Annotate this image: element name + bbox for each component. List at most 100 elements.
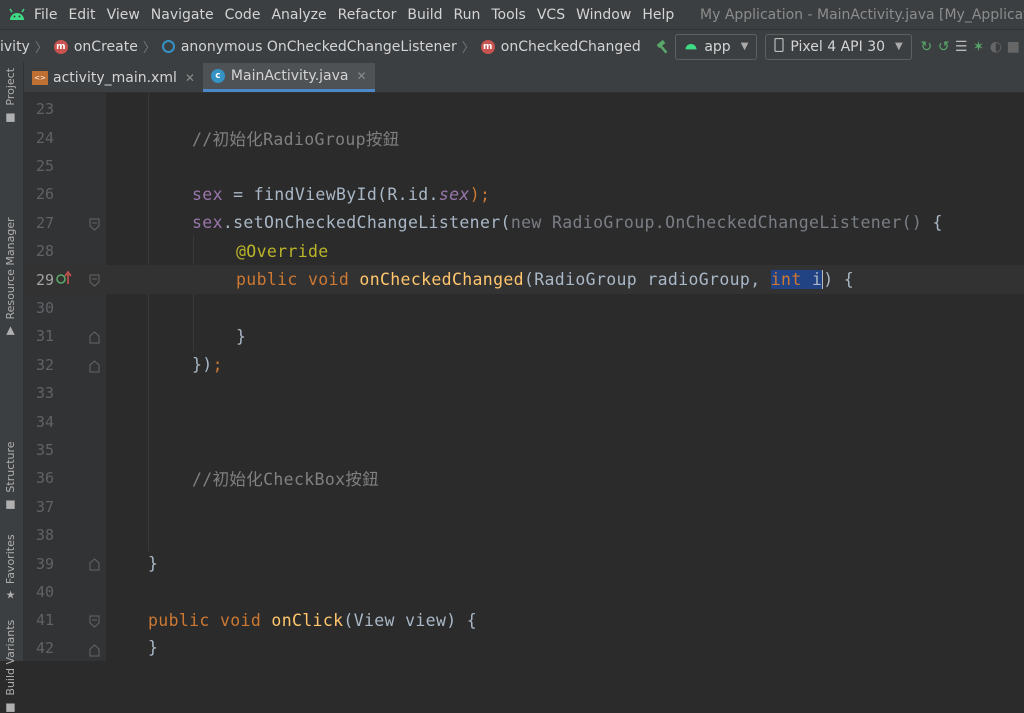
fold-icon[interactable] (89, 613, 100, 628)
menu-edit[interactable]: Edit (68, 7, 95, 23)
code-keyword: public void (148, 610, 272, 630)
code-text: }) (192, 355, 213, 375)
project-tool-button[interactable]: ■ Project (4, 68, 17, 124)
structure-icon: ■ (5, 497, 16, 511)
hammer-icon[interactable] (655, 36, 671, 58)
current-code-line[interactable]: 29 public void onCheckedChanged(RadioGro… (24, 265, 1024, 294)
code-keyword: public void (236, 270, 360, 290)
code-line[interactable]: 27 sex.setOnCheckedChangeListener(new Ra… (24, 209, 1024, 237)
code-line[interactable]: 37 (24, 493, 1024, 521)
debug-bug-icon[interactable]: ✶ (972, 36, 985, 58)
menu-window[interactable]: Window (576, 7, 631, 23)
android-icon (684, 39, 698, 55)
code-line[interactable]: 36 //初始化CheckBox按鈕 (24, 464, 1024, 492)
menu-refactor[interactable]: Refactor (338, 7, 397, 23)
resources-icon: ▲ (6, 323, 15, 337)
breadcrumb-oncreate[interactable]: m onCreate 〉 (53, 37, 162, 56)
device-select[interactable]: Pixel 4 API 30 ▼ (765, 33, 912, 60)
menu-code[interactable]: Code (225, 7, 261, 23)
navigation-bar: ivity 〉 m onCreate 〉 anonymous OnCheckedCha… (0, 29, 1024, 64)
code-line[interactable]: 33 (24, 379, 1024, 407)
menu-build[interactable]: Build (407, 7, 442, 23)
code-punct: ); (469, 184, 491, 204)
code-line[interactable]: 30 (24, 294, 1024, 322)
fold-end-icon[interactable] (89, 556, 100, 571)
menu-file[interactable]: File (34, 7, 57, 23)
code-line[interactable]: 41 public void onClick(View view) { (24, 606, 1024, 634)
breadcrumb-anonymous-class[interactable]: anonymous OnCheckedChangeListener 〉 (161, 37, 481, 56)
code-method-name: onCheckedChanged (359, 270, 524, 290)
close-icon[interactable]: ✕ (185, 71, 195, 85)
window-title: My Application - MainActivity.java [My_A… (700, 6, 1024, 23)
code-line[interactable]: 25 (24, 152, 1024, 180)
code-line[interactable]: 23 (24, 95, 1024, 123)
menu-vcs[interactable]: VCS (537, 7, 565, 23)
android-studio-logo-icon (8, 8, 26, 22)
code-line[interactable]: 32 }); (24, 351, 1024, 379)
code-line[interactable]: 40 (24, 578, 1024, 606)
code-line[interactable]: 38 (24, 521, 1024, 549)
code-selected-param: i (811, 270, 823, 290)
folder-icon: ■ (5, 110, 16, 124)
breadcrumb-class[interactable]: ivity 〉 (0, 37, 54, 57)
code-text: } (148, 554, 159, 574)
code-line[interactable]: 31 } (24, 322, 1024, 350)
attach-debugger-icon[interactable]: ◐ (989, 36, 1002, 58)
method-icon: m (480, 39, 495, 54)
menu-tools[interactable]: Tools (491, 7, 526, 23)
menu-view[interactable]: View (107, 7, 140, 23)
tab-mainactivity-java[interactable]: c MainActivity.java ✕ (202, 63, 375, 92)
code-line[interactable]: 34 (24, 407, 1024, 435)
tab-activity-main-xml[interactable]: <> activity_main.xml ✕ (24, 63, 203, 92)
close-icon[interactable]: ✕ (357, 69, 367, 83)
menu-navigate[interactable]: Navigate (151, 7, 214, 23)
build-variants-icon: ■ (5, 700, 16, 713)
resource-manager-tool-button[interactable]: ▲ Resource Manager (4, 217, 17, 337)
breadcrumb-oncheckedchanged[interactable]: m onCheckedChanged (480, 39, 641, 55)
code-field: sex (438, 184, 470, 204)
code-text: } (148, 638, 159, 658)
menu-bar: File Edit View Navigate Code Analyze Ref… (0, 0, 1024, 29)
chevron-right-icon: 〉 (34, 41, 48, 56)
structure-tool-button[interactable]: ■ Structure (4, 441, 17, 511)
fold-icon[interactable] (89, 216, 100, 231)
build-variants-tool-button[interactable]: ■ Build Variants (4, 620, 17, 713)
code-method-name: onClick (271, 610, 344, 630)
code-field: sex (192, 213, 223, 233)
code-comment: //初始化CheckBox按鈕 (192, 470, 380, 490)
code-line[interactable]: 24 //初始化RadioGroup按鈕 (24, 123, 1024, 151)
code-line[interactable]: 35 (24, 436, 1024, 464)
code-line[interactable]: 39 } (24, 549, 1024, 577)
favorites-tool-button[interactable]: ★ Favorites (4, 534, 17, 602)
fold-end-icon[interactable] (89, 329, 100, 344)
fold-icon[interactable] (89, 272, 100, 288)
apply-code-changes-icon[interactable]: ↺ (937, 36, 950, 58)
code-line[interactable]: 26 sex = findViewById(R.id.sex); (24, 180, 1024, 208)
dropdown-arrow-icon: ▼ (740, 41, 749, 52)
code-line[interactable]: 28 @Override (24, 237, 1024, 265)
run-config-select[interactable]: app ▼ (675, 33, 758, 60)
code-punct: ; (212, 355, 223, 375)
chevron-right-icon: 〉 (461, 41, 475, 56)
tool-window-strip: ■ Project ▲ Resource Manager ■ Structure ★ F… (0, 62, 24, 713)
menu-help[interactable]: Help (642, 7, 674, 23)
code-selection (801, 270, 812, 290)
code-text: (RadioGroup radioGroup, (523, 270, 771, 290)
code-comment: //初始化RadioGroup按鈕 (192, 129, 400, 149)
logcat-icon[interactable]: ☰ (954, 36, 968, 58)
menu-run[interactable]: Run (454, 7, 481, 23)
fold-end-icon[interactable] (89, 642, 100, 657)
code-text: = findViewById(R.id. (222, 184, 439, 204)
stop-icon[interactable]: ■ (1007, 36, 1020, 58)
override-marker-icon[interactable] (56, 270, 72, 290)
chevron-right-icon: 〉 (142, 41, 156, 56)
java-class-icon: c (210, 69, 225, 83)
star-icon: ★ (5, 588, 16, 602)
editor-tabs: <> activity_main.xml ✕ c MainActivity.ja… (24, 63, 1024, 93)
menu-analyze[interactable]: Analyze (271, 7, 326, 23)
phone-icon (774, 37, 785, 56)
fold-end-icon[interactable] (89, 358, 100, 373)
apply-changes-restart-icon[interactable]: ↻ (920, 36, 933, 58)
code-line[interactable]: 42 } (24, 635, 1024, 661)
code-field: sex (192, 184, 223, 204)
